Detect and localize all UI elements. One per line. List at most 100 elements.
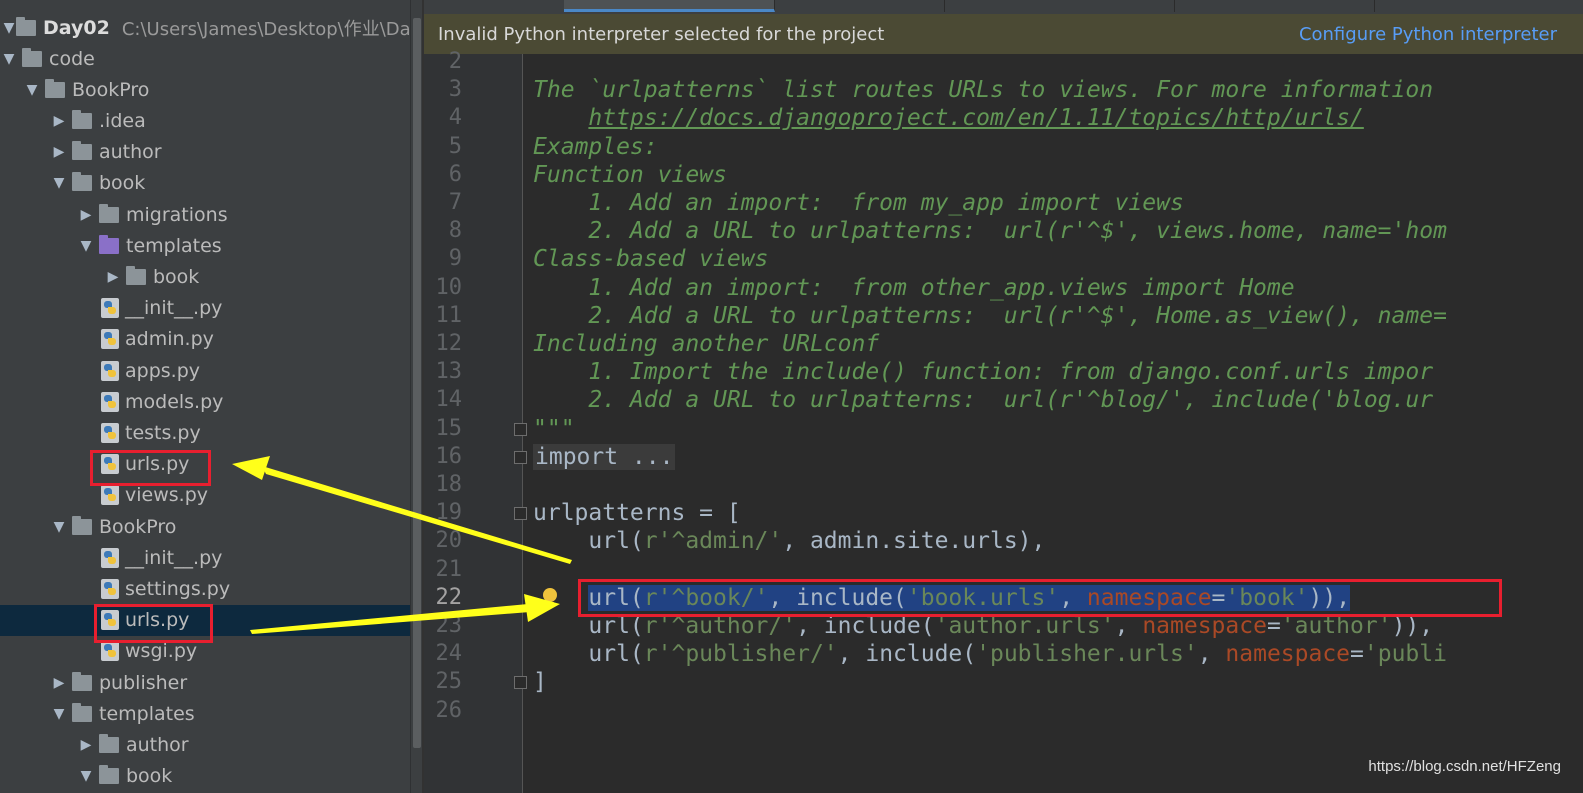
code-line[interactable]: url(r'^admin/', admin.site.urls),	[533, 527, 1045, 555]
line-number: 10	[435, 274, 463, 300]
line-number: 7	[448, 190, 462, 215]
line-number: 14	[435, 387, 463, 413]
code-line[interactable]: """	[533, 415, 575, 443]
collapse-arrow-icon[interactable]: ▼	[77, 768, 95, 784]
banner-message: Invalid Python interpreter selected for …	[438, 23, 885, 45]
code-line[interactable]: Function views	[533, 161, 727, 189]
annotation-box-code-line	[578, 579, 1502, 617]
tree-item-label: templates	[99, 702, 195, 725]
code-line[interactable]: 1. Import the include() function: from d…	[533, 358, 1433, 386]
code-line[interactable]: Examples:	[533, 133, 658, 161]
code-token: Examples:	[533, 133, 658, 160]
collapse-arrow-icon[interactable]: ▼	[50, 706, 68, 722]
python-file-icon	[101, 485, 119, 506]
code-line[interactable]: 1. Add an import: from other_app.views i…	[533, 274, 1295, 302]
code-line[interactable]: urlpatterns = [	[533, 499, 741, 527]
code-line[interactable]: 2. Add a URL to urlpatterns: url(r'^blog…	[533, 386, 1433, 414]
collapse-arrow-icon[interactable]: ▼	[50, 175, 68, 191]
tree-item-label: apps.py	[125, 359, 201, 382]
code-line[interactable]: 2. Add a URL to urlpatterns: url(r'^$', …	[533, 302, 1447, 330]
code-token: r'^publisher/'	[643, 641, 838, 668]
code-line[interactable]: import ...	[533, 443, 676, 471]
line-number: 11	[435, 302, 463, 328]
editor-tab[interactable]	[1374, 0, 1583, 12]
tree-item-label: templates	[126, 234, 222, 257]
folder-icon	[99, 733, 119, 753]
tree-item[interactable]: ▼ BookPro	[0, 74, 410, 105]
interpreter-warning-banner: Invalid Python interpreter selected for …	[424, 14, 1583, 54]
python-file-icon	[101, 641, 119, 662]
tree-item[interactable]: ▼ book	[0, 168, 410, 199]
tree-item[interactable]: ▶ .idea	[0, 105, 410, 136]
code-token: 1. Add an import: from other_app.views i…	[533, 274, 1295, 301]
tree-item-label: admin.py	[125, 328, 214, 351]
configure-interpreter-link[interactable]: Configure Python interpreter	[1299, 24, 1557, 45]
code-line[interactable]: The `urlpatterns` list routes URLs to vi…	[533, 76, 1433, 104]
tree-item[interactable]: admin.py	[0, 324, 410, 355]
tree-item[interactable]: models.py	[0, 386, 410, 417]
tree-item[interactable]: __init__.py	[0, 542, 410, 573]
code-line[interactable]: 1. Add an import: from my_app import vie…	[533, 189, 1183, 217]
tree-item[interactable]: ▼ book	[0, 761, 410, 792]
code-line[interactable]: Including another URLconf	[533, 330, 879, 358]
tree-item[interactable]: apps.py	[0, 355, 410, 386]
editor-tab[interactable]	[424, 0, 565, 12]
code-editor[interactable]: The `urlpatterns` list routes URLs to vi…	[523, 54, 1583, 793]
collapse-arrow-icon[interactable]: ▼	[50, 519, 68, 535]
line-number: 20	[435, 528, 463, 554]
editor-tab[interactable]	[1174, 0, 1375, 12]
scrollbar-thumb[interactable]	[413, 18, 421, 748]
code-line[interactable]: https://docs.djangoproject.com/en/1.11/t…	[533, 104, 1363, 132]
code-line[interactable]: ]	[533, 668, 547, 696]
python-file-icon	[101, 547, 119, 568]
tree-item[interactable]: ▶ publisher	[0, 667, 410, 698]
folder-icon	[72, 109, 92, 129]
expand-arrow-icon[interactable]: ▶	[50, 144, 68, 160]
editor-tab-active[interactable]	[564, 0, 775, 12]
line-number: 2	[448, 49, 462, 74]
expand-arrow-icon[interactable]: ▶	[50, 675, 68, 691]
code-line[interactable]: Class-based views	[533, 245, 768, 273]
collapse-arrow-icon[interactable]: ▼	[77, 238, 95, 254]
code-token: import ...	[533, 443, 676, 470]
editor-tab[interactable]	[944, 0, 1175, 12]
watermark: https://blog.csdn.net/HFZeng	[1368, 758, 1561, 775]
expand-arrow-icon[interactable]: ▶	[77, 207, 95, 223]
code-token: 1. Import the include() function: from d…	[533, 359, 1434, 386]
code-line[interactable]: url(r'^publisher/', include('publisher.u…	[533, 640, 1447, 668]
tree-item[interactable]: ▼ templates	[0, 230, 410, 261]
line-number: 19	[435, 500, 463, 526]
code-token: ,	[1197, 641, 1226, 668]
tree-item[interactable]: __init__.py	[0, 293, 410, 324]
intention-bulb-icon[interactable]	[543, 587, 557, 606]
tree-item-label: book	[126, 765, 173, 788]
line-number: 4	[448, 105, 462, 131]
code-token: url(	[533, 528, 644, 555]
tree-item[interactable]: ▶ author	[0, 729, 410, 760]
collapse-arrow-icon[interactable]: ▼	[23, 82, 41, 98]
tree-item[interactable]: ▼ BookPro	[0, 511, 410, 542]
line-number: 18	[435, 472, 463, 497]
line-number: 6	[448, 161, 462, 187]
tree-item[interactable]: ▼ code	[0, 43, 410, 74]
editor-tab[interactable]	[774, 0, 945, 12]
collapse-arrow-icon[interactable]: ▼	[0, 51, 18, 67]
project-tool-window: ▼ Day02 C:\Users\James\Desktop\作业\Day02 …	[0, 0, 410, 793]
tree-item[interactable]: ▶ migrations	[0, 199, 410, 230]
code-line[interactable]: 2. Add a URL to urlpatterns: url(r'^$', …	[533, 217, 1447, 245]
python-file-icon	[101, 391, 119, 412]
tree-item[interactable]: settings.py	[0, 573, 410, 604]
tree-item[interactable]: ▶ author	[0, 137, 410, 168]
code-token: The `urlpatterns` list routes URLs to vi…	[533, 77, 1434, 104]
tree-item[interactable]: ▶ book	[0, 261, 410, 292]
expand-arrow-icon[interactable]: ▶	[50, 113, 68, 129]
code-token: Including another URLconf	[533, 331, 880, 357]
tree-item[interactable]: ▼ templates	[0, 698, 410, 729]
expand-arrow-icon[interactable]: ▶	[77, 737, 95, 753]
tree-root-day02[interactable]: ▼ Day02 C:\Users\James\Desktop\作业\Day02	[0, 12, 410, 43]
tree-item-label: book	[99, 172, 146, 195]
tree-item[interactable]: tests.py	[0, 417, 410, 448]
line-number-gutter[interactable]: 2 3 4 5 6 7 8 9 10 11 12 13 14 15 16 18 19 20 21 22 23 24 25 26	[424, 49, 527, 793]
expand-arrow-icon[interactable]: ▶	[104, 269, 122, 285]
